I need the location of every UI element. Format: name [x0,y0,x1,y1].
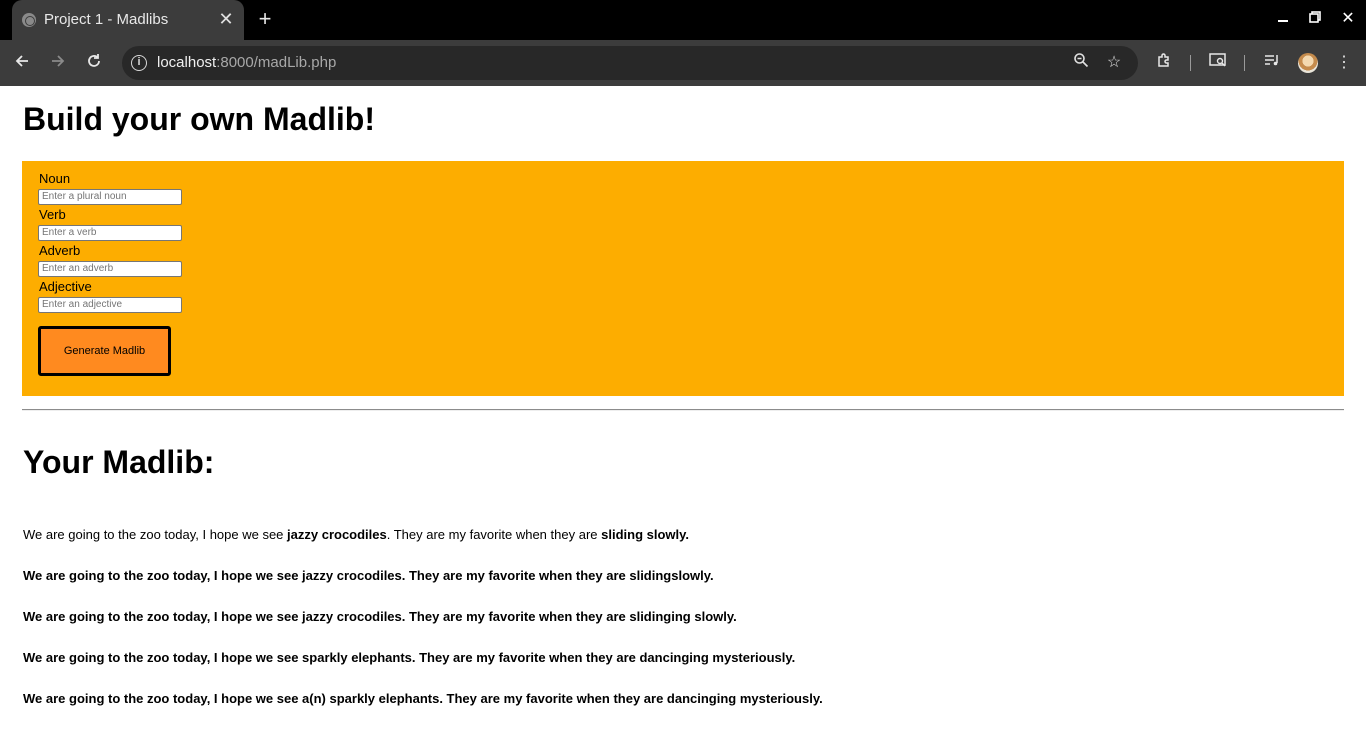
extensions-icon[interactable] [1153,52,1175,74]
profile-avatar[interactable] [1298,53,1318,73]
page-content: Build your own Madlib! Noun Enter a plur… [0,86,1366,736]
site-info-icon[interactable]: i [131,55,147,71]
url-text: localhost:8000/madLib.php [157,54,337,71]
page-title: Build your own Madlib! [23,101,375,137]
media-queue-icon[interactable] [1261,52,1283,74]
verb-label: Verb [39,207,66,222]
tab-strip: Project 1 - Madlibs ✕ + ✕ [0,0,1366,40]
toolbar-divider [1190,55,1191,71]
adjective-label: Adjective [39,279,92,294]
restore-icon[interactable] [1304,8,1326,30]
menu-dots-icon[interactable]: ⋮ [1333,52,1355,74]
noun-label: Noun [39,171,71,186]
madlib-result: We are going to the zoo today, I hope we… [23,568,714,583]
close-tab-icon[interactable]: ✕ [216,9,236,29]
zoom-icon[interactable] [1070,52,1092,74]
cast-search-icon[interactable] [1207,52,1229,74]
adjective-input[interactable]: Enter an adjective [38,297,182,313]
back-arrow-icon[interactable] [11,52,33,74]
tab-title: Project 1 - Madlibs [44,11,169,28]
browser-toolbar: i localhost:8000/madLib.php ☆ ⋮ [0,40,1366,86]
section-divider [22,409,1344,411]
noun-input[interactable]: Enter a plural noun [38,189,182,205]
generate-madlib-button[interactable]: Generate Madlib [38,326,171,376]
madlib-result: We are going to the zoo today, I hope we… [23,691,823,706]
madlib-form: Noun Enter a plural noun Verb Enter a ve… [22,161,1344,396]
globe-icon [22,13,36,27]
adverb-input[interactable]: Enter an adverb [38,261,182,277]
madlib-result: We are going to the zoo today, I hope we… [23,609,737,624]
forward-arrow-icon[interactable] [47,52,69,74]
madlib-result: We are going to the zoo today, I hope we… [23,650,796,665]
results-heading: Your Madlib: [23,444,215,480]
adverb-label: Adverb [39,243,81,258]
verb-input[interactable]: Enter a verb [38,225,182,241]
reload-icon[interactable] [83,52,105,74]
toolbar-divider [1244,55,1245,71]
address-bar[interactable]: i localhost:8000/madLib.php ☆ [122,46,1138,80]
new-tab-button[interactable]: + [254,8,276,30]
close-window-icon[interactable]: ✕ [1337,8,1359,30]
bookmark-star-icon[interactable]: ☆ [1103,52,1125,74]
browser-tab[interactable]: Project 1 - Madlibs ✕ [12,0,244,40]
minimize-icon[interactable] [1272,8,1294,30]
madlib-result: We are going to the zoo today, I hope we… [23,527,690,542]
